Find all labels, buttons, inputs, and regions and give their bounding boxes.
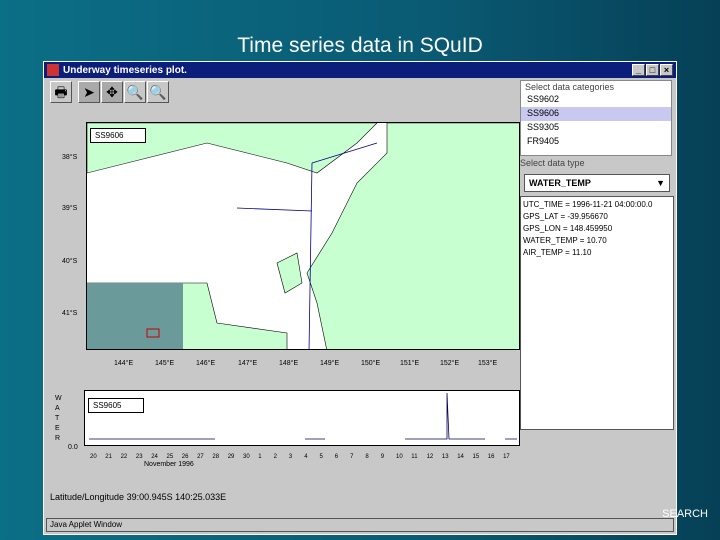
timeseries-plot[interactable] — [84, 390, 520, 446]
x-label: 151°E — [400, 360, 420, 367]
info-line: GPS_LON = 148.459950 — [523, 224, 613, 233]
x-label: 150°E — [361, 360, 381, 367]
timeseries-y-axis-label: WATER — [55, 395, 62, 442]
x-tick-label: 7 — [350, 454, 354, 460]
y-label: 38°S — [62, 154, 78, 161]
x-tick-label: 24 — [151, 454, 158, 460]
info-line: UTC_TIME = 1996-11-21 04:00:00.0 — [523, 200, 653, 209]
category-list[interactable]: Select data categories SS9602 SS9606 SS9… — [520, 80, 672, 156]
zoom-out-icon[interactable]: 🔍 — [147, 81, 169, 103]
x-tick-label: 25 — [166, 454, 174, 460]
x-tick-label: 22 — [120, 454, 128, 460]
plot-window: Underway timeseries plot. _ □ × 🖶 ➤ ✥ 🔍 🔍 … — [43, 61, 677, 535]
x-tick-label: 12 — [426, 454, 434, 460]
category-item-selected[interactable]: SS9606 — [521, 107, 671, 121]
x-tick-label: 11 — [411, 454, 418, 460]
coordinate-readout: Latitude/Longitude 39:00.945S 140:25.033… — [50, 492, 227, 502]
x-tick-label: 13 — [441, 454, 449, 460]
x-tick-label: 16 — [487, 454, 495, 460]
x-label: 152°E — [440, 360, 460, 367]
close-button[interactable]: × — [660, 64, 673, 76]
x-tick-label: 10 — [396, 454, 403, 460]
java-icon — [47, 64, 59, 76]
x-label: 146°E — [196, 360, 216, 367]
slide-title: Time series data in SQuID — [237, 34, 483, 57]
info-line: GPS_LAT = -39.956670 — [523, 212, 608, 221]
x-tick-label: 23 — [135, 454, 143, 460]
x-tick-label: 6 — [334, 454, 339, 460]
type-header: Select data type — [520, 158, 585, 168]
x-tick-label: 21 — [105, 454, 112, 460]
title-bar: Underway timeseries plot. _ □ × — [44, 62, 676, 78]
x-label: 147°E — [238, 360, 258, 367]
info-box: UTC_TIME = 1996-11-21 04:00:00.0 GPS_LAT… — [520, 196, 674, 430]
timeseries-legend: SS9605 — [88, 398, 144, 413]
x-tick-label: 26 — [181, 454, 189, 460]
category-item[interactable]: SS9602 — [521, 93, 671, 107]
x-tick-label: 2 — [273, 454, 277, 460]
categories-header: Select data categories — [525, 82, 615, 92]
map-plot[interactable] — [86, 122, 520, 350]
x-tick-label: 1 — [258, 454, 262, 460]
status-bar: Java Applet Window — [46, 518, 674, 532]
pan-icon[interactable]: ✥ — [101, 81, 123, 103]
x-tick-label: 9 — [380, 454, 385, 460]
category-item[interactable]: FR9405 — [521, 135, 671, 149]
side-panel: Select data categories SS9602 SS9606 SS9… — [520, 80, 675, 430]
print-icon[interactable]: 🖶 — [50, 81, 72, 103]
x-tick-label: 5 — [319, 454, 323, 460]
y-label: 39°S — [62, 205, 78, 212]
info-line: WATER_TEMP = 10.70 — [523, 236, 607, 245]
category-item[interactable]: SS9305 — [521, 121, 671, 135]
map-legend: SS9606 — [90, 128, 146, 143]
x-tick-label: 17 — [503, 454, 510, 460]
x-tick-label: 8 — [365, 454, 369, 460]
maximize-button[interactable]: □ — [646, 64, 659, 76]
timeseries-x-label: November 1996 — [144, 461, 194, 468]
info-line: AIR_TEMP = 11.10 — [523, 248, 592, 257]
y-zero-label: 0.0 — [68, 444, 78, 451]
logo-text: SEARCH — [662, 508, 708, 520]
x-label: 144°E — [114, 360, 134, 367]
x-label: 153°E — [478, 360, 498, 367]
y-label: 40°S — [62, 258, 78, 265]
minimize-button[interactable]: _ — [632, 64, 645, 76]
y-label: 41°S — [62, 310, 78, 317]
data-type-value: WATER_TEMP — [529, 178, 591, 188]
data-type-dropdown[interactable]: WATER_TEMP ▼ — [524, 174, 670, 192]
x-tick-label: 29 — [227, 454, 235, 460]
x-tick-label: 20 — [90, 454, 97, 460]
x-tick-label: 27 — [197, 454, 204, 460]
window-title: Underway timeseries plot. — [63, 64, 187, 76]
x-tick-label: 4 — [304, 454, 308, 460]
x-label: 148°E — [279, 360, 299, 367]
x-tick-label: 15 — [472, 454, 480, 460]
x-label: 149°E — [320, 360, 340, 367]
x-label: 145°E — [155, 360, 175, 367]
x-tick-label: 28 — [212, 454, 220, 460]
x-tick-label: 30 — [243, 454, 250, 460]
select-arrow-icon[interactable]: ➤ — [78, 81, 100, 103]
x-tick-label: 3 — [288, 454, 293, 460]
chevron-down-icon: ▼ — [656, 178, 665, 188]
zoom-in-icon[interactable]: 🔍 — [124, 81, 146, 103]
x-tick-label: 14 — [457, 454, 464, 460]
